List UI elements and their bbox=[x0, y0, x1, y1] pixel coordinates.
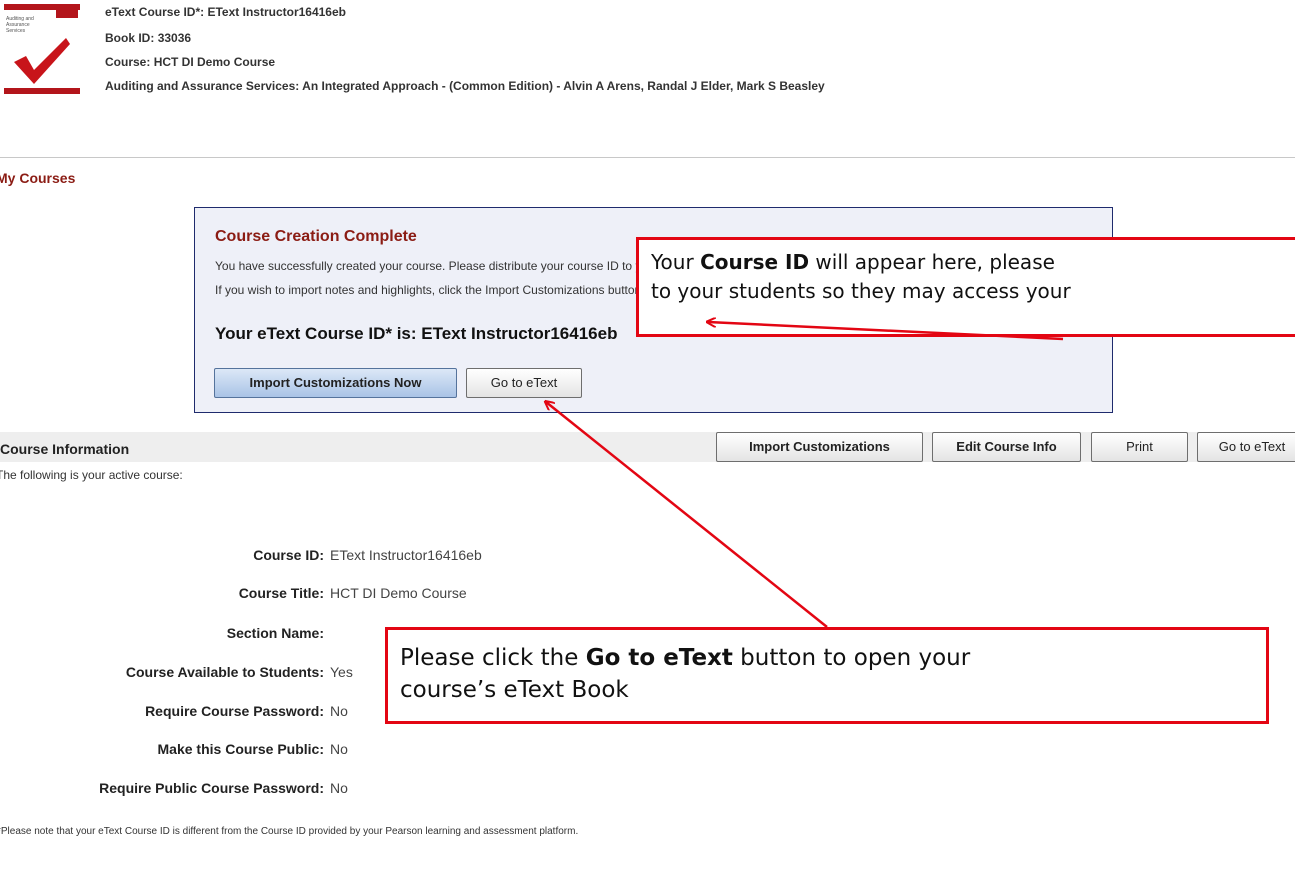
callout-arrows bbox=[0, 0, 1064, 628]
arrow-to-course-id bbox=[708, 322, 1064, 341]
arrow-to-go-to-etext bbox=[546, 402, 828, 628]
